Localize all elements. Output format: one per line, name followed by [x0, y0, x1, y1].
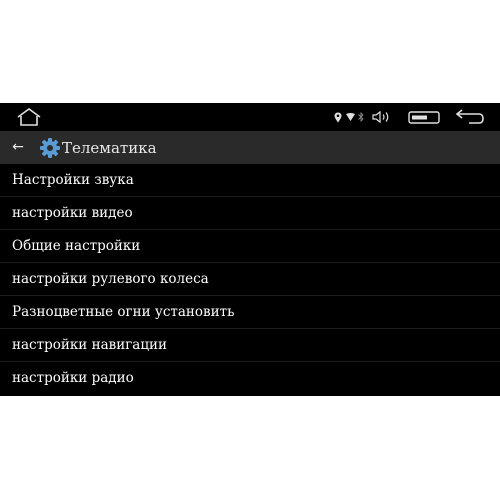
- window-icon[interactable]: [408, 110, 440, 125]
- settings-list: Настройки звука настройки видео Общие на…: [0, 164, 500, 395]
- gear-icon: [40, 138, 60, 158]
- head-unit-screen: ← Телематика Настройки звука настройки в…: [0, 103, 500, 396]
- page-title: Телематика: [62, 139, 157, 157]
- list-item-navigation-settings[interactable]: настройки навигации: [0, 329, 500, 362]
- title-bar: ← Телематика: [0, 131, 500, 164]
- back-arrow-icon[interactable]: ←: [10, 137, 26, 157]
- list-item-sound-settings[interactable]: Настройки звука: [0, 164, 500, 197]
- list-item-label: настройки рулевого колеса: [12, 271, 209, 287]
- status-bar: [0, 103, 500, 131]
- volume-icon[interactable]: [372, 110, 392, 124]
- back-icon[interactable]: [455, 109, 485, 125]
- list-item-steering-wheel-settings[interactable]: настройки рулевого колеса: [0, 263, 500, 296]
- list-item-label: настройки радио: [12, 370, 134, 386]
- list-item-color-lights[interactable]: Разноцветные огни установить: [0, 296, 500, 329]
- list-item-radio-settings[interactable]: настройки радио: [0, 362, 500, 395]
- bluetooth-icon: [358, 111, 364, 123]
- list-item-general-settings[interactable]: Общие настройки: [0, 230, 500, 263]
- list-item-video-settings[interactable]: настройки видео: [0, 197, 500, 230]
- list-item-label: Общие настройки: [12, 238, 141, 254]
- list-item-label: настройки видео: [12, 205, 133, 221]
- location-icon: [334, 112, 342, 123]
- list-item-label: настройки навигации: [12, 337, 168, 353]
- list-item-label: Разноцветные огни установить: [12, 304, 235, 320]
- home-icon[interactable]: [16, 107, 42, 127]
- list-item-label: Настройки звука: [12, 172, 134, 188]
- wifi-icon: [346, 113, 355, 121]
